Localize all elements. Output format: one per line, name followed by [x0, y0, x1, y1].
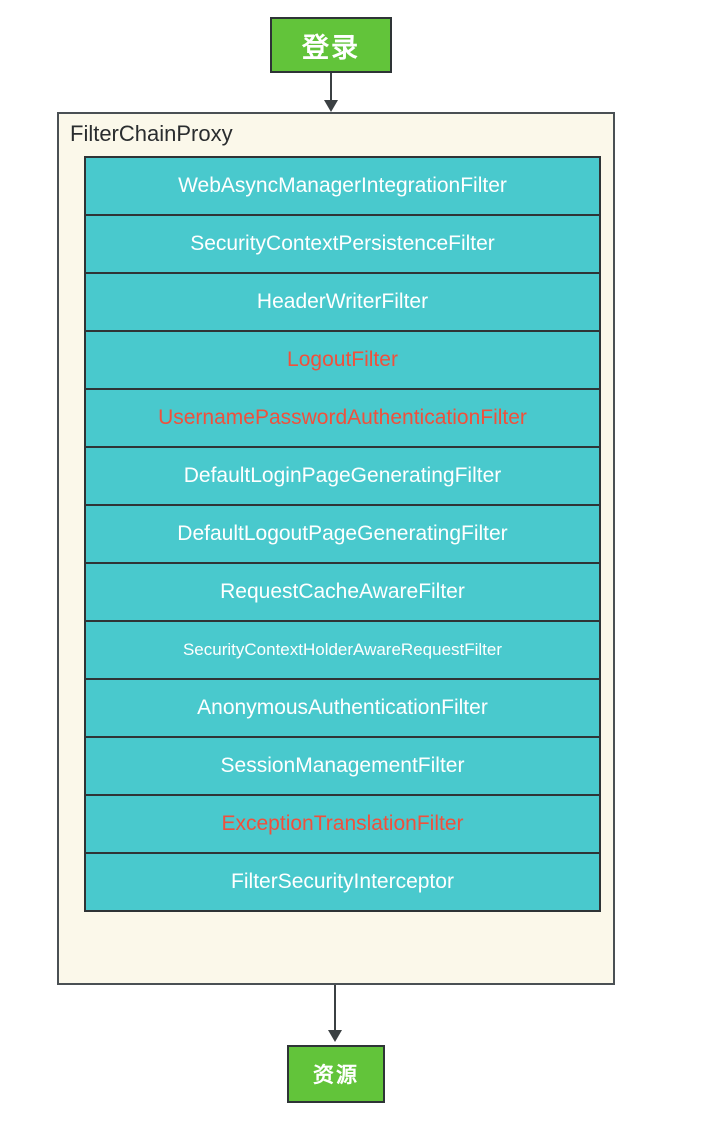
filter-chain-proxy-container: FilterChainProxy WebAsyncManagerIntegrat… [57, 112, 615, 985]
filter-row-label: UsernamePasswordAuthenticationFilter [158, 406, 527, 429]
filter-row-label: SecurityContextPersistenceFilter [190, 232, 495, 255]
filter-row: UsernamePasswordAuthenticationFilter [84, 388, 601, 448]
connector-proxy-to-resource [334, 985, 336, 1033]
filter-row-label: WebAsyncManagerIntegrationFilter [178, 174, 507, 197]
filter-row: AnonymousAuthenticationFilter [84, 678, 601, 738]
filter-row: SecurityContextPersistenceFilter [84, 214, 601, 274]
filter-row-label: SessionManagementFilter [220, 754, 465, 777]
filter-row-label: SecurityContextHolderAwareRequestFilter [182, 640, 503, 659]
arrow-head-down-icon [328, 1030, 342, 1042]
exit-node-label: 资源 [313, 1064, 359, 1087]
filter-row: SessionManagementFilter [84, 736, 601, 796]
filter-row-label: RequestCacheAwareFilter [220, 580, 465, 603]
exit-node-resource: 资源 [287, 1045, 385, 1103]
filter-row: ExceptionTranslationFilter [84, 794, 601, 854]
filter-stack: WebAsyncManagerIntegrationFilter Security… [84, 156, 601, 912]
filter-chain-proxy-title: FilterChainProxy [70, 121, 233, 146]
filter-row: DefaultLoginPageGeneratingFilter [84, 446, 601, 506]
filter-row: SecurityContextHolderAwareRequestFilter [84, 620, 601, 680]
filter-row-label: LogoutFilter [287, 348, 398, 371]
filter-row-label: AnonymousAuthenticationFilter [197, 696, 488, 719]
filter-row-label: DefaultLoginPageGeneratingFilter [183, 464, 502, 487]
filter-row-label: DefaultLogoutPageGeneratingFilter [177, 522, 508, 545]
entry-node-login: 登录 [270, 17, 392, 73]
arrow-head-down-icon [324, 100, 338, 112]
filter-row: WebAsyncManagerIntegrationFilter [84, 156, 601, 216]
filter-row: DefaultLogoutPageGeneratingFilter [84, 504, 601, 564]
connector-login-to-proxy [330, 73, 332, 103]
filter-row-label: ExceptionTranslationFilter [221, 812, 464, 835]
entry-node-label: 登录 [302, 32, 360, 63]
filter-row-label: HeaderWriterFilter [256, 290, 429, 313]
filter-row: FilterSecurityInterceptor [84, 852, 601, 912]
filter-row: HeaderWriterFilter [84, 272, 601, 332]
filter-row: RequestCacheAwareFilter [84, 562, 601, 622]
filter-row: LogoutFilter [84, 330, 601, 390]
filter-row-label: FilterSecurityInterceptor [231, 870, 454, 893]
